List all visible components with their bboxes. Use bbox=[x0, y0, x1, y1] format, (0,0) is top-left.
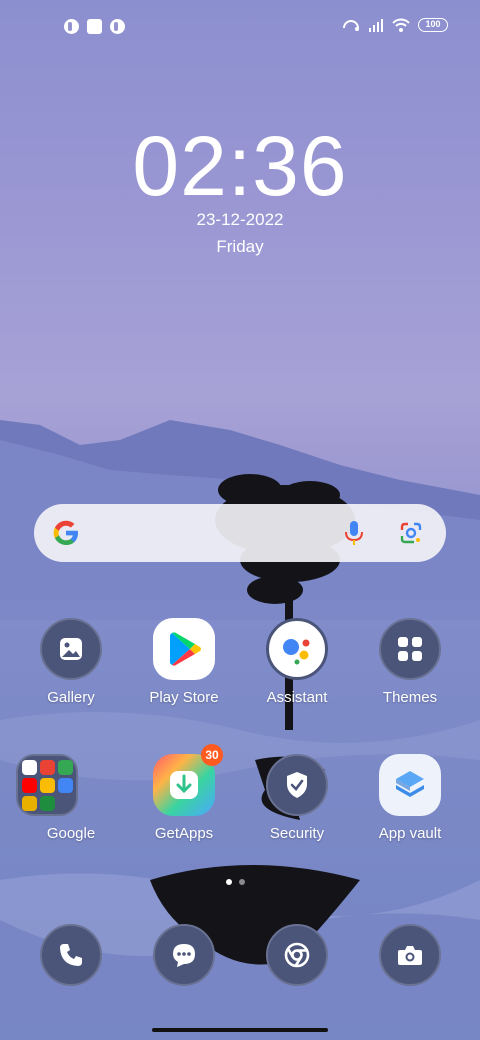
square-notification-icon bbox=[87, 19, 102, 34]
app-app-vault[interactable]: App vault bbox=[355, 754, 465, 842]
app-themes[interactable]: Themes bbox=[355, 618, 465, 706]
status-bar: 100 bbox=[0, 0, 480, 56]
app-label: GetApps bbox=[154, 825, 214, 842]
dock-chrome[interactable] bbox=[242, 924, 352, 986]
app-label: Themes bbox=[382, 689, 438, 706]
microphone-icon[interactable] bbox=[342, 520, 366, 546]
chrome-icon[interactable] bbox=[266, 924, 328, 986]
system-icons: 100 bbox=[342, 18, 448, 32]
play-store-icon[interactable] bbox=[153, 618, 215, 680]
dock-camera[interactable] bbox=[355, 924, 465, 986]
assistant-icon[interactable] bbox=[266, 618, 328, 680]
app-notification-icon bbox=[64, 19, 79, 34]
gallery-icon[interactable] bbox=[40, 618, 102, 680]
app-gallery[interactable]: Gallery bbox=[16, 618, 126, 706]
themes-icon[interactable] bbox=[379, 618, 441, 680]
app-label: Play Store bbox=[149, 689, 219, 706]
page-dot bbox=[239, 879, 245, 885]
getapps-icon[interactable]: 30 bbox=[153, 744, 223, 816]
phone-icon[interactable] bbox=[40, 924, 102, 986]
home-gesture-bar[interactable] bbox=[152, 1028, 328, 1032]
google-search-bar[interactable] bbox=[34, 504, 446, 562]
clock-day: Friday bbox=[216, 237, 264, 256]
notification-badge: 30 bbox=[201, 744, 223, 766]
app-label: App vault bbox=[378, 825, 442, 842]
clock-time[interactable]: 02:36 bbox=[0, 118, 480, 215]
app-play-store[interactable]: Play Store bbox=[129, 618, 239, 706]
security-icon[interactable] bbox=[266, 754, 328, 816]
wifi-icon bbox=[392, 18, 410, 32]
google-folder-icon[interactable] bbox=[16, 754, 78, 816]
google-logo-icon bbox=[53, 520, 78, 545]
clock-date: 23-12-2022 bbox=[196, 210, 284, 229]
app-getapps[interactable]: 30 GetApps bbox=[129, 744, 239, 842]
dock-messages[interactable] bbox=[129, 924, 239, 986]
app-vault-icon[interactable] bbox=[379, 754, 441, 816]
app-google-folder[interactable]: Google bbox=[16, 754, 126, 842]
google-lens-icon[interactable] bbox=[398, 520, 424, 546]
signal-icon bbox=[369, 19, 383, 32]
app-security[interactable]: Security bbox=[242, 754, 352, 842]
notification-icons bbox=[64, 19, 125, 34]
messages-icon[interactable] bbox=[153, 924, 215, 986]
page-dot-active bbox=[226, 879, 232, 885]
app-label: Assistant bbox=[266, 689, 328, 706]
app-label: Gallery bbox=[47, 689, 95, 706]
camera-icon[interactable] bbox=[379, 924, 441, 986]
app-assistant[interactable]: Assistant bbox=[242, 618, 352, 706]
app-label: Google bbox=[46, 825, 96, 842]
app-label: Security bbox=[269, 825, 325, 842]
dock-phone[interactable] bbox=[16, 924, 126, 986]
app-notification-icon bbox=[110, 19, 125, 34]
page-indicator bbox=[226, 879, 245, 885]
battery-indicator: 100 bbox=[418, 18, 448, 32]
hotspot-icon bbox=[343, 20, 359, 31]
